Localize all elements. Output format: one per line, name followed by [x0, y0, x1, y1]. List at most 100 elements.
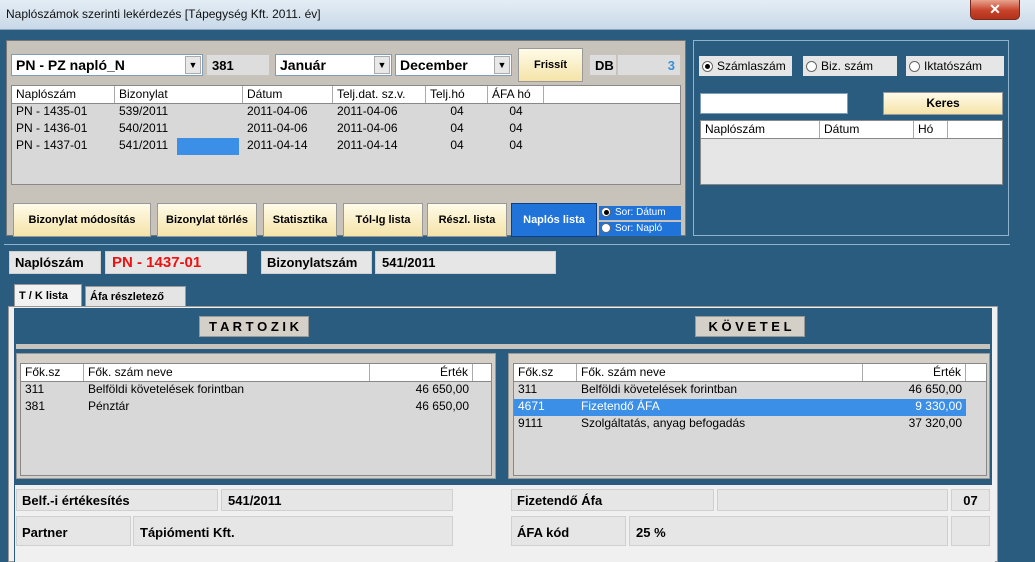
naplo-label: Naplószám	[9, 251, 101, 274]
col-datum: Dátum	[243, 86, 333, 103]
search-input[interactable]	[700, 93, 848, 114]
table-row[interactable]: PN - 1437-01 541/2011 2011-04-14 2011-04…	[12, 138, 680, 155]
afa-kod-extra	[951, 516, 990, 546]
search-button[interactable]: Keres	[883, 92, 1003, 115]
option-label: Számlaszám	[717, 59, 786, 73]
month-from-select[interactable]: Január ▼	[275, 54, 392, 76]
sort-date-radio[interactable]: Sor: Dátum	[599, 206, 681, 220]
cell: 2011-04-14	[337, 138, 398, 152]
cell: 04	[450, 121, 464, 135]
afa-code-number: 07	[951, 489, 990, 511]
naplo-value: PN - 1437-01	[105, 251, 247, 274]
table-row[interactable]: PN - 1436-01 540/2011 2011-04-06 2011-04…	[12, 121, 680, 138]
option-label: Biz. szám	[821, 59, 874, 73]
from-to-list-button[interactable]: Tól-Ig lista	[343, 203, 423, 237]
cell: PN - 1435-01	[16, 104, 88, 118]
table-row[interactable]: 9111 Szolgáltatás, anyag befogadás 37 32…	[514, 416, 986, 433]
search-option-filing-no[interactable]: Iktatószám	[906, 56, 1004, 76]
cell: 311	[25, 382, 45, 396]
divider	[16, 344, 990, 349]
cell: 311	[518, 382, 538, 396]
afa-kod-value: 25 %	[629, 516, 948, 546]
sort-date-label: Sor: Dátum	[615, 207, 666, 218]
cell: 46 650,00	[415, 382, 469, 396]
cell: 04	[509, 138, 523, 152]
journal-number: 381	[206, 54, 270, 76]
list-header: Naplószám Bizonylat Dátum Telj.dat. sz.v…	[12, 86, 680, 104]
cell: 541/2011	[119, 138, 169, 152]
table-row[interactable]: 311 Belföldi követelések forintban 46 65…	[21, 382, 491, 399]
cell: Pénztár	[88, 399, 130, 413]
radio-unchecked-icon	[806, 61, 817, 73]
search-panel: Számlaszám Biz. szám Iktatószám Keres Na…	[693, 40, 1009, 236]
partner-value: Tápiómenti Kft.	[133, 516, 453, 546]
chevron-down-icon: ▼	[185, 56, 201, 74]
col-datum: Dátum	[820, 121, 914, 138]
modify-document-button[interactable]: Bizonylat módosítás	[13, 203, 151, 237]
cell: Szolgáltatás, anyag befogadás	[581, 416, 746, 430]
selected-cell[interactable]	[177, 138, 239, 155]
kovetel-panel: Fők.sz Fők. szám neve Érték 311 Belföldi…	[508, 353, 990, 479]
cell: Fizetendő ÁFA	[581, 399, 660, 413]
cell: 9 330,00	[915, 399, 962, 413]
col-telj-ho: Telj.hó	[426, 86, 488, 103]
sort-journal-label: Sor: Napló	[615, 223, 663, 234]
belf-value: 541/2011	[221, 489, 453, 511]
table-row[interactable]: PN - 1435-01 539/2011 2011-04-06 2011-04…	[12, 104, 680, 121]
kovetel-header: Fők.sz Fők. szám neve Érték	[514, 364, 986, 382]
chevron-down-icon: ▼	[494, 56, 510, 74]
search-results: Naplószám Dátum Hó	[700, 120, 1003, 185]
col-foksz: Fők.sz	[514, 364, 577, 381]
col-naplo: Naplószám	[701, 121, 820, 138]
col-ho: Hó	[914, 121, 948, 138]
kovetel-title: K Ö V E T E L	[695, 316, 805, 337]
cell: PN - 1437-01	[16, 138, 88, 152]
window-title: Naplószámok szerinti lekérdezés [Tápegys…	[6, 7, 321, 21]
radio-checked-icon	[702, 61, 713, 73]
statistics-button[interactable]: Statisztika	[263, 203, 337, 237]
search-option-doc-no[interactable]: Biz. szám	[803, 56, 897, 76]
sort-journal-radio[interactable]: Sor: Napló	[599, 222, 681, 236]
main-frame: PN - PZ napló_N ▼ 381 Január ▼ December ▼ F…	[0, 30, 1035, 562]
col-bizonylat: Bizonylat	[115, 86, 243, 103]
close-button[interactable]: ✕	[970, 0, 1020, 20]
partner-label: Partner	[16, 516, 131, 546]
tartozik-header: Fők.sz Fők. szám neve Érték	[21, 364, 491, 382]
month-to-select[interactable]: December ▼	[395, 54, 512, 76]
bizonylat-label: Bizonylatszám	[261, 251, 372, 274]
cell: 4671	[518, 399, 545, 413]
refresh-button[interactable]: Frissít	[518, 48, 583, 82]
tab-tk-list[interactable]: T / K lista	[14, 284, 82, 306]
journal-list-button[interactable]: Naplós lista	[511, 203, 597, 237]
cell: Belföldi követelések forintban	[88, 382, 245, 396]
table-row[interactable]: 311 Belföldi követelések forintban 46 65…	[514, 382, 986, 399]
cell: Belföldi követelések forintban	[581, 382, 738, 396]
tartozik-grid: Fők.sz Fők. szám neve Érték 311 Belföldi…	[20, 363, 492, 476]
journal-select-value: PN - PZ napló_N	[16, 57, 125, 73]
search-option-invoice[interactable]: Számlaszám	[699, 56, 792, 76]
month-to-value: December	[400, 57, 468, 73]
col-value: Érték	[370, 364, 473, 381]
cell: 2011-04-06	[247, 121, 308, 135]
fizetendo-afa-label: Fizetendő Áfa	[511, 489, 714, 511]
cell: 04	[509, 104, 523, 118]
afa-kod-label: ÁFA kód	[511, 516, 626, 546]
cell: 2011-04-06	[337, 104, 398, 118]
table-row[interactable]: 381 Pénztár 46 650,00	[21, 399, 491, 416]
col-telj-dat: Telj.dat. sz.v.	[333, 86, 426, 103]
col-afa-ho: ÁFA hó	[488, 86, 544, 103]
tartozik-title: T A R T O Z I K	[199, 316, 309, 337]
tab-afa-detail[interactable]: Áfa részletező	[85, 286, 186, 306]
journal-select[interactable]: PN - PZ napló_N ▼	[11, 54, 203, 76]
detail-list-button[interactable]: Részl. lista	[427, 203, 507, 237]
delete-document-button[interactable]: Bizonylat törlés	[157, 203, 257, 237]
cell: 9111	[518, 416, 543, 430]
radio-unchecked-icon	[601, 223, 611, 234]
db-label: DB	[589, 54, 617, 76]
results-header: Naplószám Dátum Hó	[701, 121, 1002, 139]
cell: 04	[509, 121, 523, 135]
table-row-selected[interactable]: 4671 Fizetendő ÁFA 9 330,00	[514, 399, 966, 416]
cell: 46 650,00	[415, 399, 469, 413]
cell: 04	[450, 104, 464, 118]
belf-label: Belf.-i értékesítés	[16, 489, 218, 511]
